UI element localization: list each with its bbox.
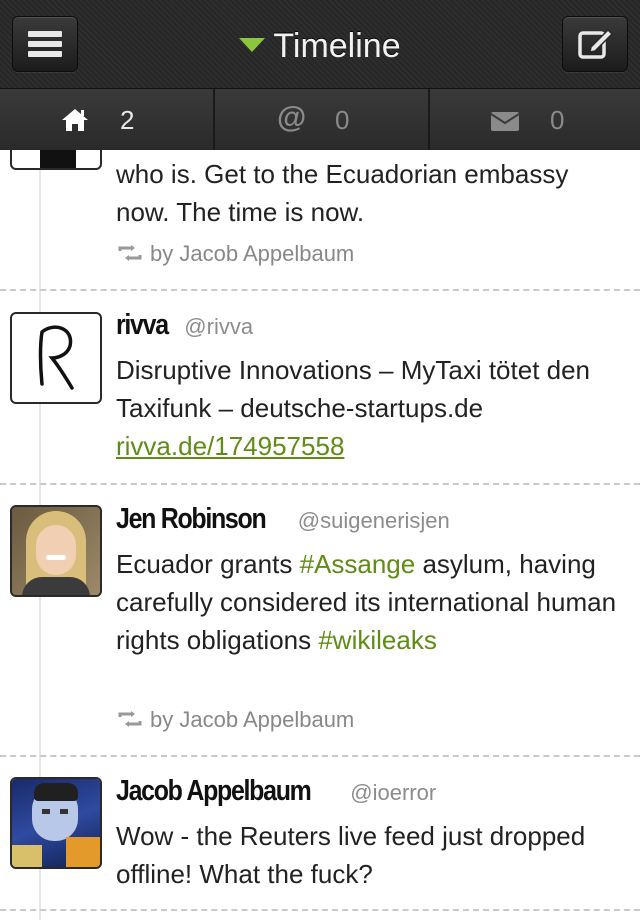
author-handle: @rivva <box>184 314 254 339</box>
rivva-logo <box>38 325 74 390</box>
compose-button[interactable] <box>562 16 628 72</box>
tweet-divider <box>0 289 640 291</box>
retweet-info: by Jacob Appelbaum <box>118 707 354 733</box>
hashtag[interactable]: #wikileaks <box>318 625 437 655</box>
author-handle: @suigenerisjen <box>297 508 450 533</box>
avatar[interactable] <box>10 777 102 869</box>
hashtag[interactable]: #Assange <box>300 549 416 579</box>
retweet-label: by Jacob Appelbaum <box>150 707 355 732</box>
author-name: Jacob Appelbaum <box>116 775 312 807</box>
author-name: rivva <box>116 309 169 341</box>
tab-bar: 2 @ 0 0 <box>0 89 640 150</box>
author-name: Jen Robinson <box>116 503 267 535</box>
author-handle: @ioerror <box>350 780 437 805</box>
retweet-label: by Jacob Appelbaum <box>150 241 355 266</box>
tweet-author[interactable]: rivva @rivva <box>116 308 253 344</box>
mention-icon: @ <box>277 101 307 134</box>
tweet-body: Disruptive Innovations – MyTaxi tötet de… <box>116 355 591 423</box>
messages-count: 0 <box>550 105 565 135</box>
tweet-text: Wow - the Reuters live feed just dropped… <box>116 821 586 889</box>
tab-home[interactable]: 2 <box>0 89 215 150</box>
compose-icon <box>578 28 613 59</box>
retweet-icon <box>118 711 142 728</box>
tweet-author[interactable]: Jen Robinson @suigenerisjen <box>116 502 450 538</box>
home-count: 2 <box>120 105 135 135</box>
tab-mentions[interactable]: @ 0 <box>215 89 430 150</box>
avatar[interactable] <box>10 312 102 404</box>
tweet-link[interactable]: rivva.de/174957558 <box>116 431 344 461</box>
nav-bar: Timeline <box>0 0 640 89</box>
avatar[interactable] <box>10 505 102 597</box>
tweet-divider <box>0 483 640 485</box>
tweet-author[interactable]: Jacob Appelbaum @ioerror <box>116 774 436 810</box>
tweet-body-a: Ecuador grants <box>116 549 300 579</box>
tweet-divider <box>0 909 640 911</box>
mentions-count: 0 <box>335 105 350 135</box>
tweet-divider <box>0 755 640 757</box>
dropdown-triangle-icon <box>239 38 266 53</box>
mail-icon <box>490 112 520 131</box>
page-title-label: Timeline <box>273 27 401 65</box>
tweet-text: Disruptive Innovations – MyTaxi tötet de… <box>116 351 626 465</box>
tweet-text: who is. Get to the Ecuadorian embassy no… <box>116 159 569 227</box>
retweet-icon <box>118 245 142 262</box>
tweet-text: Ecuador grants #Assange asylum, having c… <box>116 545 626 659</box>
home-icon <box>62 109 88 131</box>
retweet-info: by Jacob Appelbaum <box>118 241 354 267</box>
tab-messages[interactable]: 0 <box>430 89 640 150</box>
page-title[interactable]: Timeline <box>0 26 640 66</box>
